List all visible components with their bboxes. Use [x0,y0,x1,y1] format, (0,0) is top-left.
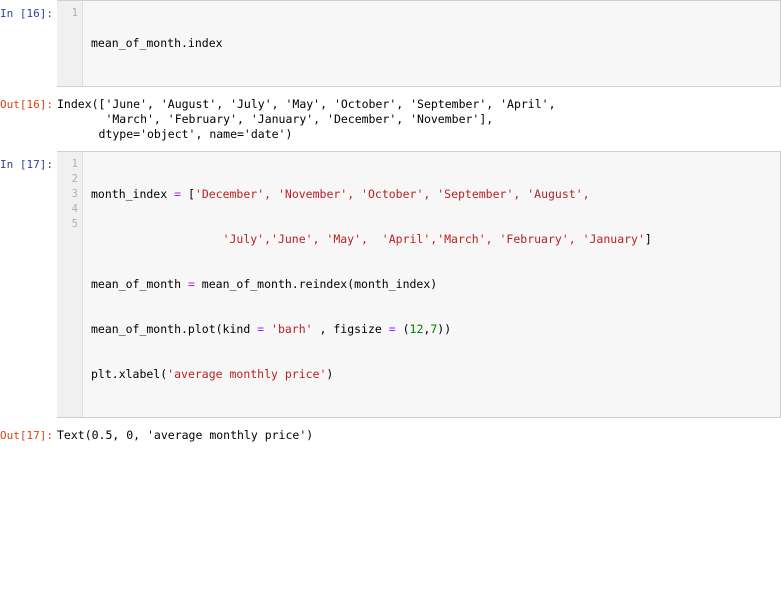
line-number-gutter-17: 1 2 3 4 5 [57,152,83,417]
code-line-4: mean_of_month.plot(kind = 'barh' , figsi… [91,322,780,337]
code-token-operator: = [174,187,182,201]
cell-spacer [0,142,781,151]
code-editor-16[interactable]: 1 mean_of_month.index [57,0,781,87]
line-number: 1 [71,7,78,19]
code-token: mean_of_month.reindex(month_index) [194,277,438,291]
code-line-3: mean_of_month = mean_of_month.reindex(mo… [91,277,780,292]
output-prompt-17: Out[17]: [0,429,53,442]
code-token-number: 12 [409,322,424,336]
line-number: 3 [71,188,78,200]
code-token: ] [644,232,652,246]
output-prompt-16: Out[16]: [0,98,53,111]
line-number: 2 [71,173,78,185]
cell-spacer [0,418,781,427]
code-line-5: plt.xlabel('average monthly price') [91,367,780,382]
output-cell-17: Out[17]: Text(0.5, 0, 'average monthly p… [0,427,781,443]
code-token-operator: = [187,277,195,291]
code-editor-17[interactable]: 1 2 3 4 5 month_index = ['December', 'No… [57,151,781,418]
code-content-16[interactable]: mean_of_month.index [83,1,780,86]
code-token: mean_of_month [91,277,188,291]
code-token: )) [437,322,452,336]
code-token-string: 'December', 'November', 'October', 'Sept… [194,187,590,201]
code-token: plt.xlabel( [91,367,168,381]
cell-spacer [0,87,781,96]
line-number: 4 [71,203,78,215]
code-line: mean_of_month.index [91,36,223,50]
input-prompt-16: In [16]: [0,7,53,20]
code-token-string: 'average monthly price' [167,367,327,381]
line-number-gutter-16: 1 [57,1,83,86]
code-token: [ [181,187,195,201]
line-number: 1 [71,158,78,170]
code-token: ) [326,367,334,381]
line-number: 5 [71,218,78,230]
code-token-operator: = [388,322,396,336]
code-line-1: month_index = ['December', 'November', '… [91,187,780,202]
code-line-2: 'July','June', 'May', 'April','March', '… [91,232,780,247]
code-token: month_index [91,187,175,201]
code-token: , figsize [312,322,389,336]
code-token: ( [395,322,410,336]
code-token-string: 'July','June', 'May', 'April','March', '… [222,232,645,246]
code-cell-17[interactable]: In [17]: 1 2 3 4 5 month_index = ['Decem… [0,151,781,418]
output-text-17: Text(0.5, 0, 'average monthly price') [57,428,314,442]
output-cell-16: Out[16]: Index(['June', 'August', 'July'… [0,96,781,142]
input-prompt-17: In [17]: [0,158,53,171]
code-cell-16[interactable]: In [16]: 1 mean_of_month.index [0,0,781,87]
jupyter-notebook: In [16]: 1 mean_of_month.index Out[16]: … [0,0,781,597]
code-token-string: 'barh' [264,322,313,336]
output-text-16: Index(['June', 'August', 'July', 'May', … [57,97,556,141]
code-token: mean_of_month.plot(kind [91,322,258,336]
matplotlib-figure: JanuaryFebruaryMarchAprilMayJuneJulyAugu… [0,443,781,597]
code-content-17[interactable]: month_index = ['December', 'November', '… [83,152,780,417]
